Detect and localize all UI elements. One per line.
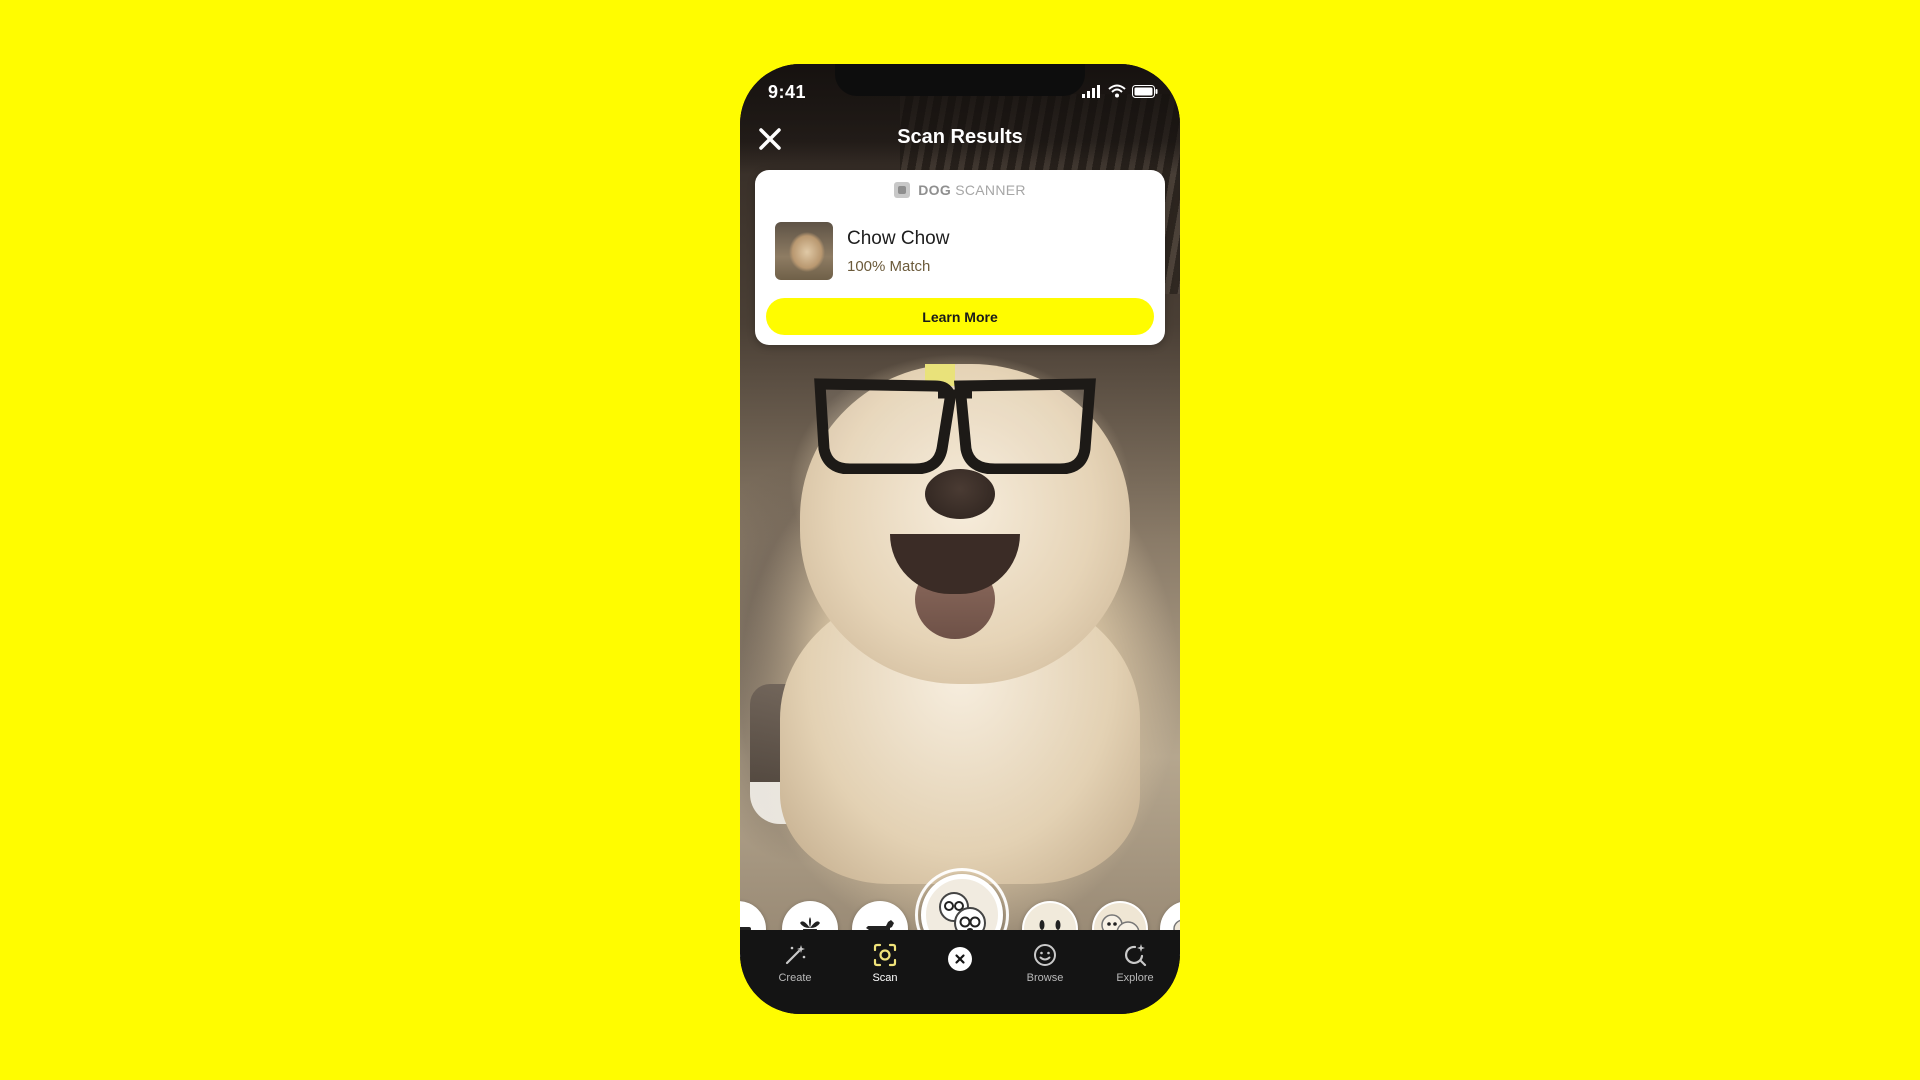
status-time: 9:41 xyxy=(768,82,807,102)
close-circle-icon xyxy=(955,954,965,964)
ar-glasses-overlay xyxy=(814,364,1096,474)
signal-icon xyxy=(1082,85,1100,98)
result-name: Chow Chow xyxy=(847,228,950,249)
scanner-brand: DOG xyxy=(918,182,952,198)
dog-nose xyxy=(925,469,995,519)
magic-wand-icon xyxy=(785,945,806,965)
notch xyxy=(835,64,1085,96)
status-icons xyxy=(1082,84,1158,98)
scanner-logo-icon xyxy=(894,182,911,198)
smiley-icon xyxy=(1034,944,1056,966)
scan-result-card: DOG SCANNER Chow Chow 100% Match Learn M… xyxy=(755,170,1165,345)
scan-icon xyxy=(873,943,897,967)
nav-browse-label: Browse xyxy=(1026,972,1064,984)
battery-icon xyxy=(1132,84,1158,98)
nav-explore[interactable]: Explore xyxy=(1100,942,1170,984)
nav-create[interactable]: Create xyxy=(760,942,830,984)
nav-scan-label: Scan xyxy=(872,972,898,984)
result-match: 100% Match xyxy=(847,258,931,275)
bottom-nav: Create Scan Browse Explore xyxy=(740,930,1180,1014)
nav-browse[interactable]: Browse xyxy=(1010,942,1080,984)
center-close-button[interactable] xyxy=(948,947,972,971)
explore-icon xyxy=(1124,944,1147,967)
nav-create-label: Create xyxy=(778,972,812,984)
stage: 9:41 Scan Results DOG SCANNER Chow Chow … xyxy=(0,0,1920,1080)
camera-screen: 9:41 Scan Results DOG SCANNER Chow Chow … xyxy=(740,64,1180,1014)
nav-scan[interactable]: Scan xyxy=(850,942,920,984)
page-title: Scan Results xyxy=(897,126,1023,148)
learn-more-button[interactable]: Learn More xyxy=(766,298,1154,335)
nav-explore-label: Explore xyxy=(1116,972,1154,984)
wifi-icon xyxy=(1108,84,1126,98)
scanner-label: SCANNER xyxy=(955,182,1026,198)
scanner-header: DOG SCANNER xyxy=(755,182,1165,198)
phone-frame: 9:41 Scan Results DOG SCANNER Chow Chow … xyxy=(740,64,1180,1014)
result-thumbnail xyxy=(775,222,833,280)
